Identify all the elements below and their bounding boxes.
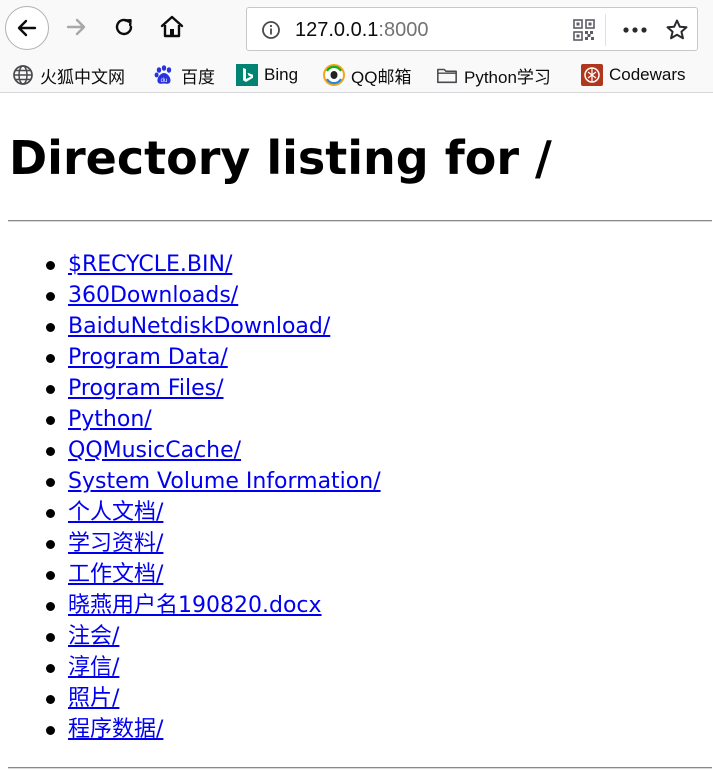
- bing-icon: [236, 64, 258, 86]
- list-item: Python/: [0, 404, 381, 435]
- browser-toolbar: 127.0.0.1:8000: [0, 0, 713, 58]
- forward-arrow-icon: [66, 18, 86, 36]
- bookmark-label: Codewars: [609, 65, 686, 84]
- bullet: [46, 478, 55, 487]
- url-separator: [605, 14, 606, 46]
- bullet: [46, 447, 55, 456]
- home-button[interactable]: [154, 9, 190, 45]
- back-button[interactable]: [5, 6, 49, 50]
- directory-link-zhuhui[interactable]: 注会/: [68, 624, 119, 649]
- list-item: BaiduNetdiskDownload/: [0, 311, 381, 342]
- directory-link-study-materials[interactable]: 学习资料/: [68, 531, 163, 556]
- bookmark-python-folder[interactable]: Python学习: [436, 62, 551, 88]
- directory-link-photos[interactable]: 照片/: [68, 686, 119, 711]
- bullet: [46, 726, 55, 735]
- directory-link-qqmusiccache[interactable]: QQMusicCache/: [68, 438, 241, 463]
- codewars-icon: [581, 64, 603, 86]
- bullet: [46, 292, 55, 301]
- directory-link-program-data[interactable]: Program Data/: [68, 345, 228, 370]
- list-item: QQMusicCache/: [0, 435, 381, 466]
- list-item: Program Files/: [0, 373, 381, 404]
- bullet: [46, 695, 55, 704]
- directory-link-python[interactable]: Python/: [68, 407, 152, 432]
- bullet: [46, 602, 55, 611]
- bullet: [46, 416, 55, 425]
- list-item: 学习资料/: [0, 528, 381, 559]
- directory-listing: $RECYCLE.BIN/ 360Downloads/ BaiduNetdisk…: [0, 249, 381, 745]
- directory-link-360downloads[interactable]: 360Downloads/: [68, 283, 238, 308]
- list-item: 淳信/: [0, 652, 381, 683]
- list-item: 个人文档/: [0, 497, 381, 528]
- bookmark-label: QQ邮箱: [351, 67, 412, 87]
- directory-link-chunxin[interactable]: 淳信/: [68, 655, 119, 680]
- bullet: [46, 664, 55, 673]
- file-link-docx[interactable]: 晓燕用户名190820.docx: [68, 593, 322, 618]
- bullet: [46, 385, 55, 394]
- top-divider: [8, 220, 712, 222]
- bookmark-label: 百度: [181, 67, 215, 87]
- list-item: Program Data/: [0, 342, 381, 373]
- reload-button[interactable]: [106, 9, 142, 45]
- page-content: Directory listing for / $RECYCLE.BIN/ 36…: [0, 93, 713, 771]
- home-icon: [160, 15, 184, 38]
- reload-icon: [115, 18, 133, 36]
- baidu-paw-icon: du: [153, 64, 175, 86]
- bullet: [46, 509, 55, 518]
- directory-link-program-files[interactable]: Program Files/: [68, 376, 224, 401]
- bookmark-label: Python学习: [464, 67, 551, 87]
- list-item: 注会/: [0, 621, 381, 652]
- star-icon[interactable]: [665, 18, 689, 42]
- bullet: [46, 540, 55, 549]
- bullet: [46, 571, 55, 580]
- directory-link-system-volume-information[interactable]: System Volume Information/: [68, 469, 381, 494]
- globe-icon: [12, 64, 34, 86]
- bookmark-label: 火狐中文网: [40, 67, 125, 87]
- more-dots-icon[interactable]: [621, 21, 649, 39]
- folder-icon: [436, 64, 458, 86]
- directory-link-recycle-bin[interactable]: $RECYCLE.BIN/: [68, 252, 232, 277]
- list-item: $RECYCLE.BIN/: [0, 249, 381, 280]
- svg-text:du: du: [161, 78, 168, 84]
- qr-code-icon[interactable]: [573, 19, 595, 41]
- bottom-divider: [8, 767, 712, 769]
- list-item: 照片/: [0, 683, 381, 714]
- directory-link-personal-docs[interactable]: 个人文档/: [68, 500, 163, 525]
- page-title: Directory listing for /: [9, 131, 552, 185]
- bookmarks-toolbar: 火狐中文网 du 百度 Bing QQ邮箱 Python学习 Codewars: [0, 58, 713, 93]
- bullet: [46, 323, 55, 332]
- info-icon[interactable]: [261, 20, 281, 40]
- bookmark-bing[interactable]: Bing: [236, 62, 298, 88]
- bookmark-codewars[interactable]: Codewars: [581, 62, 686, 88]
- url-port: :8000: [378, 19, 429, 41]
- bookmark-label: Bing: [264, 65, 299, 84]
- bullet: [46, 354, 55, 363]
- directory-link-program-data-cn[interactable]: 程序数据/: [68, 717, 163, 742]
- bullet: [46, 261, 55, 270]
- list-item: 360Downloads/: [0, 280, 381, 311]
- directory-link-work-docs[interactable]: 工作文档/: [68, 562, 163, 587]
- list-item: System Volume Information/: [0, 466, 381, 497]
- directory-link-baidunetdiskdownload[interactable]: BaiduNetdiskDownload/: [68, 314, 330, 339]
- list-item: 晓燕用户名190820.docx: [0, 590, 381, 621]
- qq-mail-icon: [323, 64, 345, 86]
- list-item: 程序数据/: [0, 714, 381, 745]
- url-text[interactable]: 127.0.0.1:8000: [295, 18, 428, 42]
- url-host: 127.0.0.1: [295, 19, 379, 41]
- back-arrow-icon: [17, 19, 37, 37]
- bullet: [46, 633, 55, 642]
- address-bar[interactable]: 127.0.0.1:8000: [246, 7, 698, 51]
- bookmark-huohu[interactable]: 火狐中文网: [12, 62, 125, 88]
- forward-button[interactable]: [58, 9, 94, 45]
- list-item: 工作文档/: [0, 559, 381, 590]
- bookmark-baidu[interactable]: du 百度: [153, 62, 215, 88]
- bookmark-qqmail[interactable]: QQ邮箱: [323, 62, 411, 88]
